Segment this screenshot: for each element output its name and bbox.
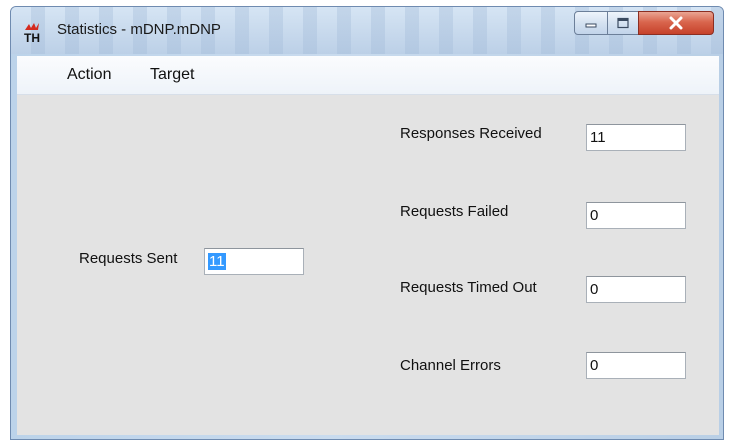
requests-failed-value: 0	[590, 207, 599, 224]
requests-timed-out-field[interactable]: 0	[586, 276, 686, 303]
requests-sent-field[interactable]: 11	[204, 248, 304, 275]
window-title: Statistics - mDNP.mDNP	[57, 21, 221, 38]
menu-target[interactable]: Target	[150, 66, 194, 84]
svg-text:TH: TH	[24, 31, 40, 43]
close-icon	[669, 16, 683, 30]
statistics-panel: Requests Sent 11 Responses Received 11 R…	[17, 95, 719, 435]
requests-failed-label: Requests Failed	[400, 203, 509, 220]
requests-timed-out-label: Requests Timed Out	[400, 279, 537, 296]
requests-failed-field[interactable]: 0	[586, 202, 686, 229]
responses-received-field[interactable]: 11	[586, 124, 686, 151]
maximize-icon	[617, 17, 629, 29]
minimize-icon	[585, 23, 597, 28]
minimize-button[interactable]	[574, 11, 608, 35]
requests-timed-out-value: 0	[590, 281, 599, 298]
menu-bar: Action Target	[17, 56, 719, 95]
channel-errors-field[interactable]: 0	[586, 352, 686, 379]
app-logo-icon: TH	[24, 23, 40, 43]
maximize-button[interactable]	[607, 11, 639, 35]
title-bar[interactable]: TH Statistics - mDNP.mDNP	[11, 7, 723, 54]
menu-action[interactable]: Action	[67, 66, 111, 84]
requests-sent-value: 11	[208, 253, 226, 270]
responses-received-value: 11	[590, 129, 606, 146]
requests-sent-label: Requests Sent	[79, 250, 178, 267]
channel-errors-value: 0	[590, 357, 599, 374]
responses-received-label: Responses Received	[400, 125, 542, 142]
channel-errors-label: Channel Errors	[400, 357, 501, 374]
close-button[interactable]	[638, 11, 714, 35]
statistics-window: TH Statistics - mDNP.mDNP Action Target …	[10, 6, 724, 440]
